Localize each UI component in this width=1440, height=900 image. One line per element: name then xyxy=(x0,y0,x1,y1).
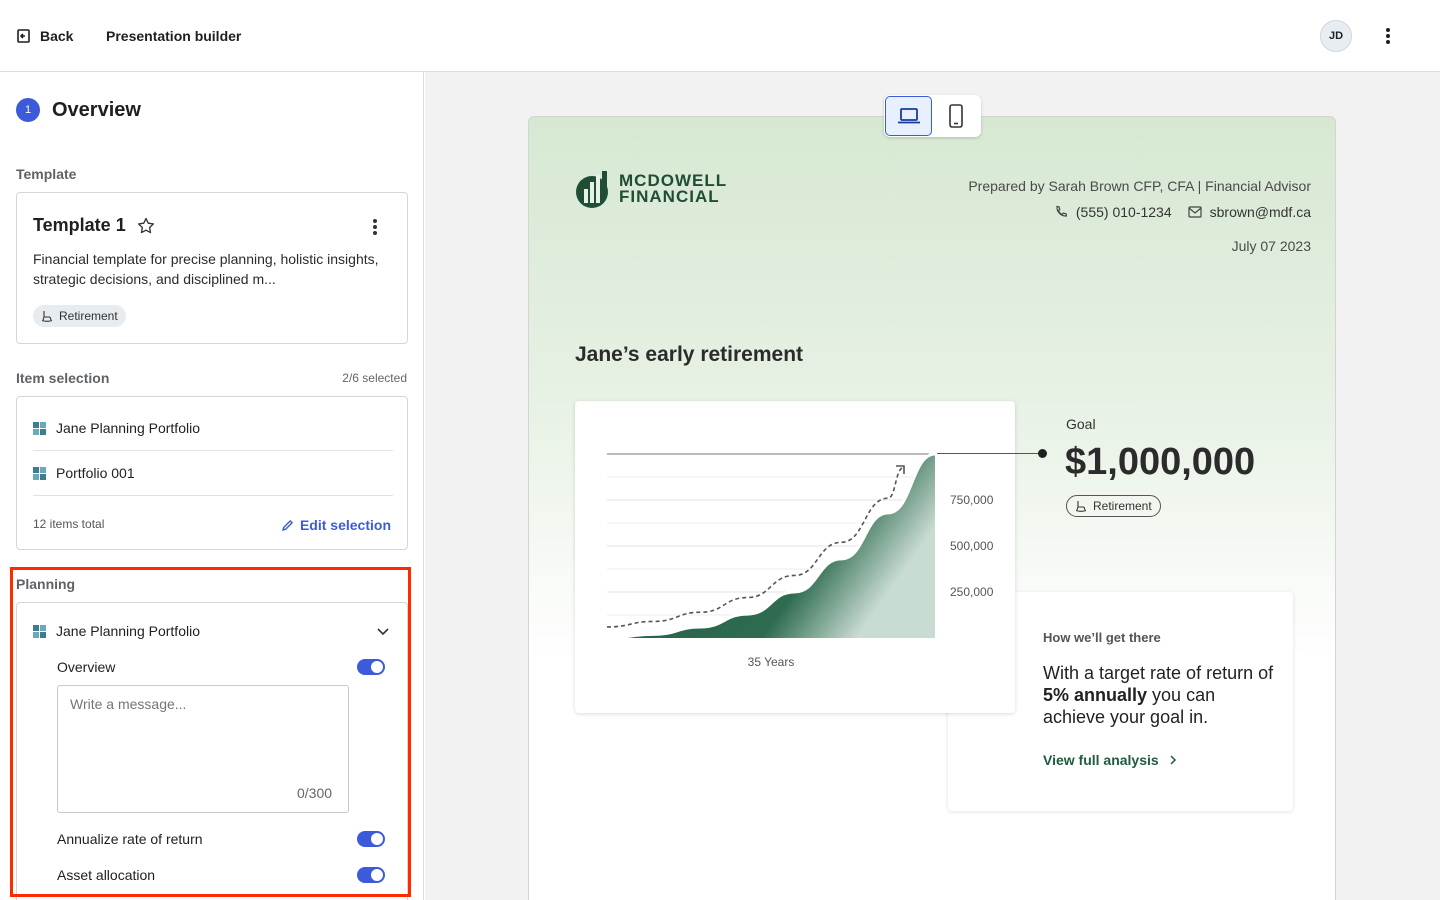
more-menu-button[interactable] xyxy=(1376,24,1400,48)
mail-icon xyxy=(1188,206,1202,218)
step-number-badge: 1 xyxy=(16,98,40,122)
presentation-preview: MCDOWELL FINANCIAL Prepared by Sarah Bro… xyxy=(528,116,1336,900)
list-item[interactable]: Portfolio 001 xyxy=(33,451,393,496)
top-bar: Back Presentation builder JD xyxy=(0,0,1440,72)
logo-icon xyxy=(576,171,608,208)
template-description: Financial template for precise planning,… xyxy=(33,251,379,287)
back-icon xyxy=(17,29,30,43)
advisor-phone[interactable]: (555) 010-1234 xyxy=(1054,199,1172,225)
back-label: Back xyxy=(40,28,74,44)
logo-text: MCDOWELL FINANCIAL xyxy=(619,172,727,206)
goal-connector-line xyxy=(937,453,1043,454)
planning-portfolio-header[interactable]: Jane Planning Portfolio xyxy=(33,617,393,645)
template-tag: Retirement xyxy=(33,305,126,327)
step-title: Overview xyxy=(52,99,141,121)
back-button[interactable]: Back xyxy=(16,24,73,48)
asset-allocation-toggle[interactable] xyxy=(357,867,385,883)
prepared-by: Prepared by Sarah Brown CFP, CFA | Finan… xyxy=(968,178,1311,194)
template-section-label: Template xyxy=(16,166,77,182)
advisor-info: Prepared by Sarah Brown CFP, CFA | Finan… xyxy=(968,173,1311,259)
desktop-view-button[interactable] xyxy=(885,96,932,136)
list-item[interactable]: Jane Planning Portfolio xyxy=(33,406,393,451)
goal-tag: Retirement xyxy=(1066,495,1161,517)
projection-chart: 750,000 500,000 250,000 35 Years xyxy=(606,452,994,669)
annualize-toggle-row: Annualize rate of return xyxy=(57,829,385,849)
device-toggle xyxy=(884,95,981,137)
kebab-icon xyxy=(373,219,377,235)
portfolio-grid-icon xyxy=(33,624,46,638)
preview-canvas: MCDOWELL FINANCIAL Prepared by Sarah Bro… xyxy=(425,72,1440,900)
star-icon[interactable] xyxy=(136,216,156,236)
message-char-counter: 0/300 xyxy=(297,785,333,801)
projection-chart-card: 750,000 500,000 250,000 35 Years xyxy=(575,401,1015,713)
chart-y-tick-label: 500,000 xyxy=(950,539,994,553)
edit-selection-label: Edit selection xyxy=(299,517,391,533)
item-selection-label: Item selection xyxy=(16,370,110,386)
planning-portfolio-name: Jane Planning Portfolio xyxy=(56,623,200,639)
goal-label: Goal xyxy=(1066,416,1096,432)
annualize-toggle[interactable] xyxy=(357,831,385,847)
overview-toggle-label: Overview xyxy=(57,659,116,675)
view-full-analysis-link[interactable]: View full analysis xyxy=(1043,752,1177,768)
items-total: 12 items total xyxy=(33,517,105,531)
goal-tag-label: Retirement xyxy=(1093,499,1152,513)
how-text-bold: 5% annually xyxy=(1043,685,1148,705)
goal-connector-dot xyxy=(1038,449,1047,458)
avatar[interactable]: JD xyxy=(1320,20,1352,52)
how-text: With a target rate of return of 5% annua… xyxy=(1043,662,1279,728)
pencil-icon xyxy=(282,519,293,531)
advisor-email[interactable]: sbrown@mdf.ca xyxy=(1188,199,1311,225)
email-address: sbrown@mdf.ca xyxy=(1209,204,1311,220)
phone-number: (555) 010-1234 xyxy=(1075,204,1172,220)
template-name: Template 1 xyxy=(33,215,126,235)
mobile-view-button[interactable] xyxy=(932,96,979,136)
how-label: How we’ll get there xyxy=(1043,630,1161,645)
phone-icon xyxy=(948,104,963,128)
planning-section-label: Planning xyxy=(16,576,76,592)
template-title: Template 1 xyxy=(33,215,156,236)
template-card[interactable]: Template 1 Financial template for precis… xyxy=(16,192,408,344)
portfolio-grid-icon xyxy=(33,421,46,435)
chevron-right-icon xyxy=(1170,755,1176,765)
asset-allocation-toggle-label: Asset allocation xyxy=(57,867,156,883)
logo-line-2: FINANCIAL xyxy=(619,187,720,206)
portfolio-grid-icon xyxy=(33,466,46,480)
builder-sidebar: 1 Overview Template Template 1 Financial… xyxy=(0,72,424,900)
kebab-icon xyxy=(1386,28,1390,44)
plan-title: Jane’s early retirement xyxy=(575,343,804,366)
rocking-chair-icon xyxy=(41,311,53,322)
template-menu-button[interactable] xyxy=(363,215,387,239)
page-title: Presentation builder xyxy=(106,28,242,44)
chevron-down-icon[interactable] xyxy=(373,621,393,641)
how-text-part-1: With a target rate of return of xyxy=(1043,663,1274,683)
template-tag-label: Retirement xyxy=(59,309,118,323)
laptop-icon xyxy=(897,108,920,124)
item-label: Portfolio 001 xyxy=(56,465,135,481)
annualize-toggle-label: Annualize rate of return xyxy=(57,831,203,847)
rocking-chair-icon xyxy=(1075,501,1087,512)
item-selection-card: Jane Planning Portfolio Portfolio 001 12… xyxy=(16,396,408,550)
view-full-analysis-label: View full analysis xyxy=(1043,752,1159,768)
overview-toggle-row: Overview xyxy=(57,657,385,677)
planning-card: Jane Planning Portfolio Overview 0/300 A… xyxy=(16,602,408,900)
chart-x-label: 35 Years xyxy=(748,655,795,669)
overview-toggle[interactable] xyxy=(357,659,385,675)
item-label: Jane Planning Portfolio xyxy=(56,420,200,436)
company-logo: MCDOWELL FINANCIAL xyxy=(575,169,727,209)
edit-selection-button[interactable]: Edit selection xyxy=(281,517,391,533)
presentation-date: July 07 2023 xyxy=(1231,238,1311,254)
phone-call-icon xyxy=(1056,205,1067,217)
goal-value: $1,000,000 xyxy=(1065,441,1256,483)
asset-allocation-toggle-row: Asset allocation xyxy=(57,865,385,885)
chart-y-tick-label: 250,000 xyxy=(950,585,994,599)
chart-y-tick-label: 750,000 xyxy=(950,493,994,507)
selection-count: 2/6 selected xyxy=(342,371,407,385)
